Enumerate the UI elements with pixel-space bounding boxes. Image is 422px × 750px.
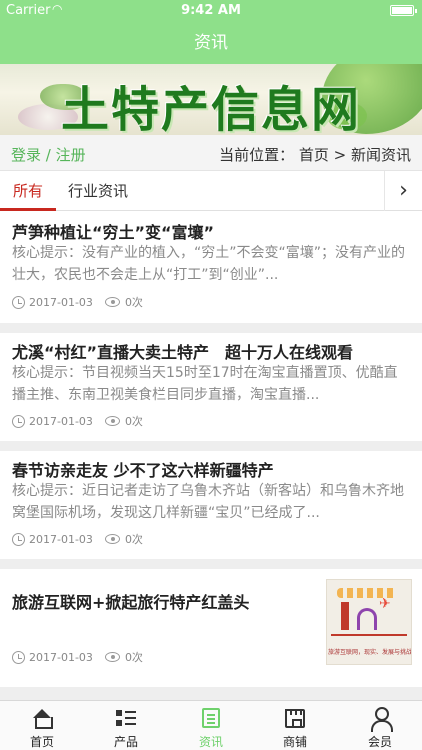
arch-icon xyxy=(357,608,377,630)
divider xyxy=(0,323,422,333)
tab-all[interactable]: 所有 xyxy=(0,171,56,211)
article-title[interactable]: 春节访亲走友 少不了这六样新疆特产 xyxy=(12,457,274,481)
clock: 9:42 AM xyxy=(181,3,241,18)
article-summary: 核心提示：节目视频当天15时至17时在淘宝直播置顶、优酷直播主推、东南卫视美食栏… xyxy=(12,365,398,403)
divider xyxy=(0,441,422,451)
article-date: 2017-01-03 xyxy=(29,415,93,428)
news-icon xyxy=(202,708,220,728)
breadcrumb: 当前位置： 首页 > 新闻资讯 xyxy=(219,146,411,164)
clock-icon xyxy=(12,296,25,309)
article-date: 2017-01-03 xyxy=(29,533,93,546)
tab-industry-news[interactable]: 行业资讯 xyxy=(68,171,128,211)
list-item[interactable]: 芦笋种植让“穷土”变“富壤” 核心提示：没有产业的植入，“穷土”不会变“富壤”；… xyxy=(0,211,422,323)
plane-icon: ✈ xyxy=(379,596,391,612)
tabbar-label: 产品 xyxy=(113,735,138,749)
article-meta: 2017-01-03 0次 xyxy=(12,294,143,310)
category-tabs: 所有 行业资讯 › xyxy=(0,171,422,211)
user-icon xyxy=(370,707,393,732)
view-count: 0次 xyxy=(124,651,143,664)
article-meta: 2017-01-03 0次 xyxy=(12,649,143,665)
article-title[interactable]: 尤溪“村红”直播大卖土特产 超十万人在线观看 xyxy=(12,339,353,363)
eye-icon xyxy=(104,297,120,307)
thumbnail-caption: 旅游互联网，现实、发展与挑战 xyxy=(327,649,412,656)
thumbnail-decoration xyxy=(331,634,407,636)
clock-icon xyxy=(12,533,25,546)
clock-icon xyxy=(12,651,25,664)
article-title[interactable]: 旅游互联网+掀起旅行特产红盖头 xyxy=(12,589,249,613)
article-summary: 核心提示：没有产业的植入，“穷土”不会变“富壤”；没有产业的壮大，农民也不会走上… xyxy=(12,245,406,283)
chevron-right-icon[interactable]: › xyxy=(384,171,422,211)
divider xyxy=(0,559,422,569)
banner-title: 土特产信息网 xyxy=(60,82,361,135)
clock-icon xyxy=(12,415,25,428)
list-item[interactable]: 旅游互联网+掀起旅行特产红盖头 ✈ 旅游互联网，现实、发展与挑战 2017-01… xyxy=(0,569,422,687)
eye-icon xyxy=(104,534,120,544)
tabbar-label: 会员 xyxy=(367,735,392,749)
tabbar-label: 首页 xyxy=(29,735,54,749)
article-date: 2017-01-03 xyxy=(29,651,93,664)
tabbar-item-products[interactable]: 产品 xyxy=(84,701,168,750)
tabbar-label: 资讯 xyxy=(198,735,223,749)
tabbar-label: 商铺 xyxy=(282,735,307,749)
tower-icon xyxy=(341,602,349,630)
nav-bar: 资讯 xyxy=(0,22,422,64)
article-meta: 2017-01-03 0次 xyxy=(12,531,143,547)
article-title[interactable]: 芦笋种植让“穷土”变“富壤” xyxy=(12,219,214,243)
tabbar-item-member[interactable]: 会员 xyxy=(338,701,422,750)
login-register-link[interactable]: 登录 / 注册 xyxy=(11,144,86,165)
list-icon xyxy=(116,709,136,727)
article-meta: 2017-01-03 0次 xyxy=(12,413,143,429)
article-thumbnail[interactable]: ✈ 旅游互联网，现实、发展与挑战 xyxy=(326,579,412,665)
view-count: 0次 xyxy=(124,415,143,428)
article-summary: 核心提示：近日记者走访了乌鲁木齐站（新客站）和乌鲁木齐地窝堡国际机场，发现这几样… xyxy=(12,483,404,521)
view-count: 0次 xyxy=(124,533,143,546)
list-item[interactable]: 尤溪“村红”直播大卖土特产 超十万人在线观看 核心提示：节目视频当天15时至17… xyxy=(0,333,422,441)
eye-icon xyxy=(104,416,120,426)
home-icon xyxy=(32,709,53,729)
eye-icon xyxy=(104,652,120,662)
bottom-tab-bar: 首页 产品 资讯 商铺 会员 xyxy=(0,700,422,750)
view-count: 0次 xyxy=(124,296,143,309)
tabbar-item-shops[interactable]: 商铺 xyxy=(253,701,337,750)
sub-header: 登录 / 注册 当前位置： 首页 > 新闻资讯 xyxy=(0,135,422,171)
shop-icon xyxy=(285,709,305,728)
page-title: 资讯 xyxy=(194,33,228,53)
site-banner[interactable]: 土特产信息网 xyxy=(0,64,422,135)
article-date: 2017-01-03 xyxy=(29,296,93,309)
list-item[interactable]: 春节访亲走友 少不了这六样新疆特产 核心提示：近日记者走访了乌鲁木齐站（新客站）… xyxy=(0,451,422,559)
divider xyxy=(0,687,422,700)
tabbar-item-news[interactable]: 资讯 xyxy=(169,701,253,750)
battery-icon xyxy=(390,5,417,16)
status-bar: Carrier ◠ 9:42 AM xyxy=(0,0,422,22)
tabbar-item-home[interactable]: 首页 xyxy=(0,701,84,750)
